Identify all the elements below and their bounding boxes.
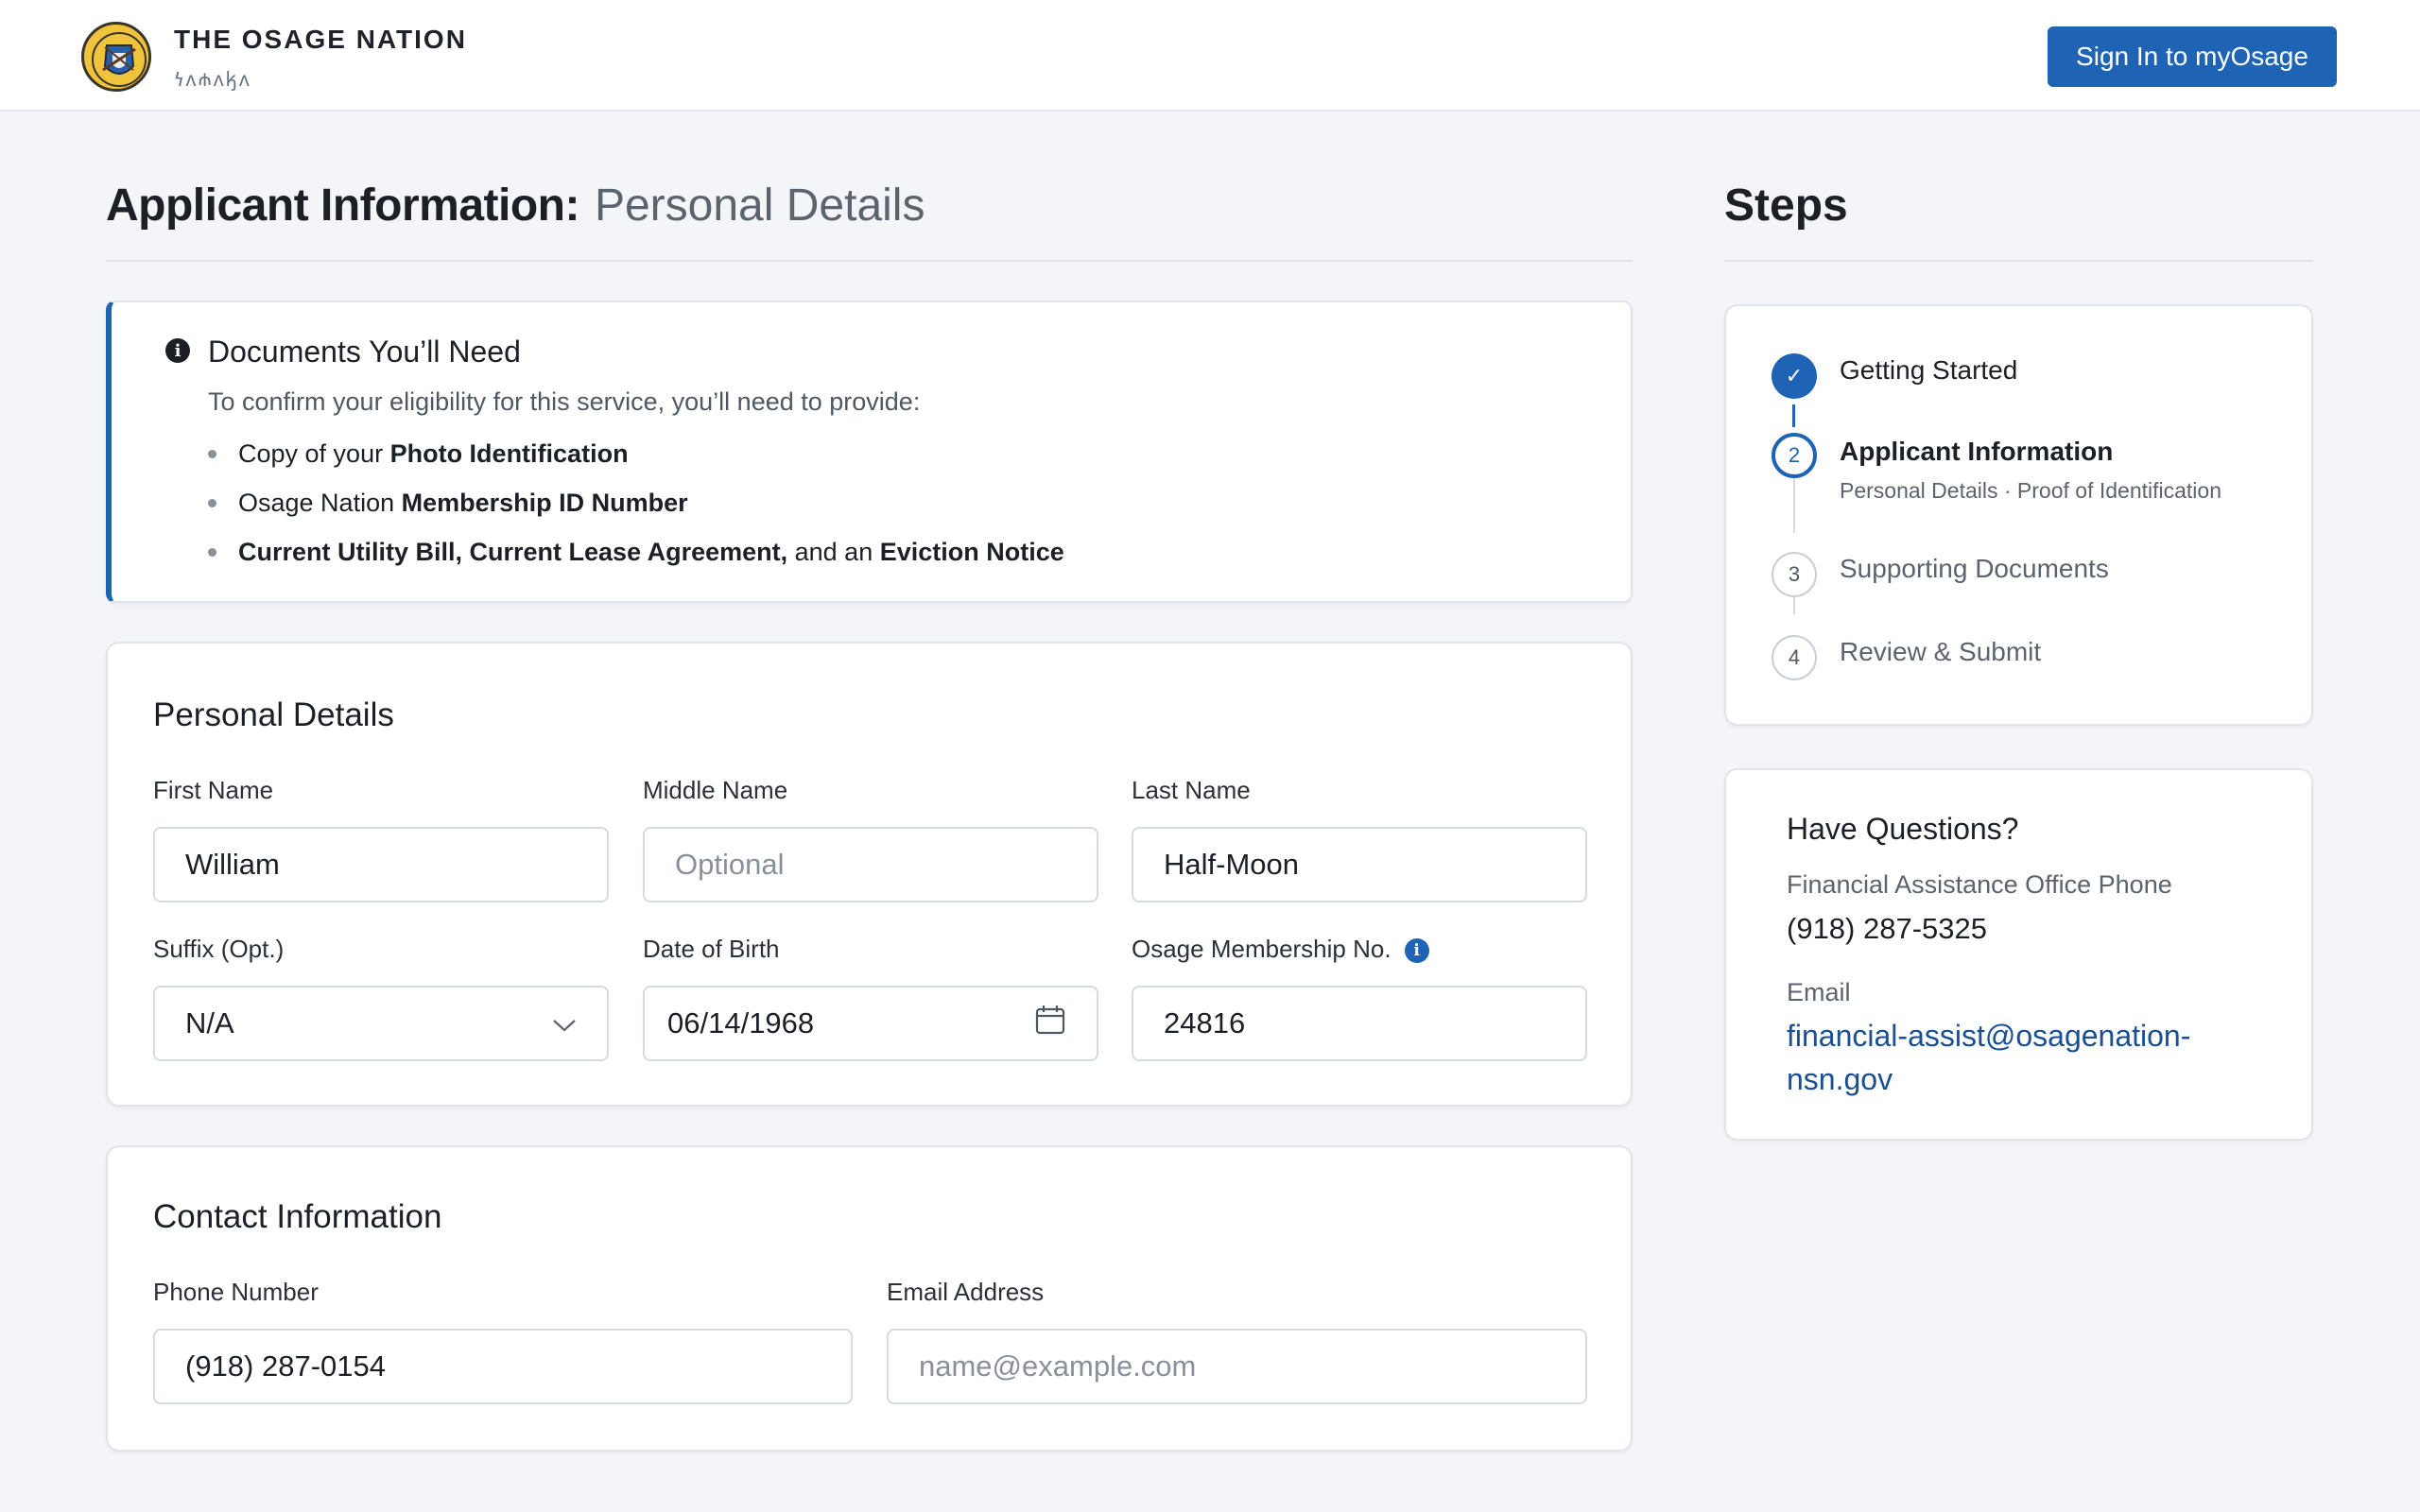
suffix-selected-value: N/A — [185, 1006, 234, 1040]
membership-number-field[interactable] — [1132, 986, 1587, 1061]
sign-in-button[interactable]: Sign In to myOsage — [2048, 26, 2337, 87]
date-of-birth-value: 06/14/1968 — [667, 1006, 815, 1040]
list-item-emphasis: Membership ID Number — [401, 489, 688, 517]
phone-number-field[interactable] — [153, 1329, 853, 1404]
membership-number-input[interactable] — [1164, 1006, 1555, 1040]
list-item-emphasis: Eviction Notice — [879, 538, 1064, 566]
middle-name-field[interactable] — [643, 827, 1098, 902]
personal-details-card: Personal Details First Name Middle Name … — [106, 642, 1633, 1107]
phone-number-input[interactable] — [185, 1349, 821, 1383]
email-address-input[interactable] — [919, 1349, 1555, 1383]
list-item-emphasis: Photo Identification — [389, 439, 629, 468]
membership-number-label-text: Osage Membership No. — [1132, 935, 1392, 963]
phone-number-label: Phone Number — [153, 1278, 319, 1306]
first-name-field[interactable] — [153, 827, 609, 902]
info-icon: i — [165, 338, 190, 363]
first-name-label: First Name — [153, 776, 274, 804]
page-title: Applicant Information: Personal Details — [106, 180, 925, 232]
middle-name-input[interactable] — [675, 848, 1066, 882]
brand-name: THE OSAGE NATION — [174, 25, 467, 54]
last-name-field[interactable] — [1132, 827, 1587, 902]
step-getting-started[interactable]: Getting Started — [1840, 355, 2017, 386]
date-of-birth-label: Date of Birth — [643, 935, 780, 963]
email-address-label: Email Address — [887, 1278, 1045, 1306]
list-item: Osage Nation Membership ID Number — [208, 486, 1064, 535]
contact-information-card: Contact Information Phone Number Email A… — [106, 1145, 1633, 1452]
list-item-emphasis: Current Utility Bill, Current Lease Agre… — [238, 538, 788, 566]
documents-intro: To confirm your eligibility for this ser… — [208, 387, 921, 416]
step-supporting-documents[interactable]: Supporting Documents — [1840, 554, 2109, 584]
chevron-down-icon — [552, 1006, 577, 1040]
middle-name-label: Middle Name — [643, 776, 788, 804]
steps-progress-card: ✓ Getting Started 2 Applicant Informatio… — [1724, 304, 2313, 726]
list-item: Copy of your Photo Identification — [208, 437, 1064, 486]
date-of-birth-field[interactable]: 06/14/1968 — [643, 986, 1098, 1061]
office-phone-value: (918) 287-5325 — [1787, 912, 1987, 945]
last-name-input[interactable] — [1164, 848, 1555, 882]
documents-needed-callout: i Documents You’ll Need To confirm your … — [106, 301, 1633, 603]
check-icon: ✓ — [1772, 353, 1817, 399]
list-item-text: and an — [787, 538, 880, 566]
help-contact-card: Have Questions? Financial Assistance Off… — [1724, 768, 2313, 1141]
steps-heading: Steps — [1724, 180, 1848, 231]
step-number-badge: 4 — [1772, 635, 1817, 680]
info-icon[interactable]: i — [1404, 938, 1429, 963]
page-title-subsection: Personal Details — [594, 180, 925, 231]
step-substeps: Personal Details · Proof of Identificati… — [1840, 478, 2221, 503]
last-name-label: Last Name — [1132, 776, 1251, 804]
step-connector — [1793, 478, 1795, 533]
office-phone-label: Financial Assistance Office Phone — [1787, 870, 2172, 899]
section-title: Personal Details — [153, 696, 394, 733]
list-item: Current Utility Bill, Current Lease Agre… — [208, 535, 1064, 584]
steps-divider — [1724, 260, 2313, 262]
email-label: Email — [1787, 978, 1851, 1006]
list-item-text: Copy of your — [238, 439, 390, 468]
brand-subtitle-osage-script: 𐓏𐓘𐓸𐓘𐓤𐓘 — [174, 69, 251, 91]
step-number-badge: 3 — [1772, 552, 1817, 597]
suffix-select[interactable]: N/A — [153, 986, 609, 1061]
first-name-input[interactable] — [185, 848, 577, 882]
step-applicant-information[interactable]: Applicant Information — [1840, 437, 2113, 467]
office-email-link[interactable]: financial-assist@osagenation-nsn.gov — [1787, 1014, 2259, 1101]
title-divider — [106, 260, 1633, 262]
top-header: THE OSAGE NATION 𐓏𐓘𐓸𐓘𐓤𐓘 Sign In to myOsa… — [0, 0, 2420, 112]
documents-title: Documents You’ll Need — [208, 335, 521, 369]
email-address-field[interactable] — [887, 1329, 1587, 1404]
step-review-submit[interactable]: Review & Submit — [1840, 637, 2041, 667]
step-number-badge: 2 — [1772, 433, 1817, 478]
documents-list: Copy of your Photo Identification Osage … — [208, 437, 1064, 584]
list-item-text: Osage Nation — [238, 489, 402, 517]
page-title-section: Applicant Information: — [106, 180, 579, 231]
suffix-label: Suffix (Opt.) — [153, 935, 285, 963]
calendar-icon[interactable] — [1034, 1004, 1066, 1043]
osage-nation-seal-logo[interactable] — [81, 22, 151, 92]
membership-number-label: Osage Membership No. i — [1132, 935, 1429, 964]
section-title: Contact Information — [153, 1198, 442, 1235]
step-connector — [1792, 404, 1795, 427]
help-title: Have Questions? — [1787, 812, 2019, 846]
